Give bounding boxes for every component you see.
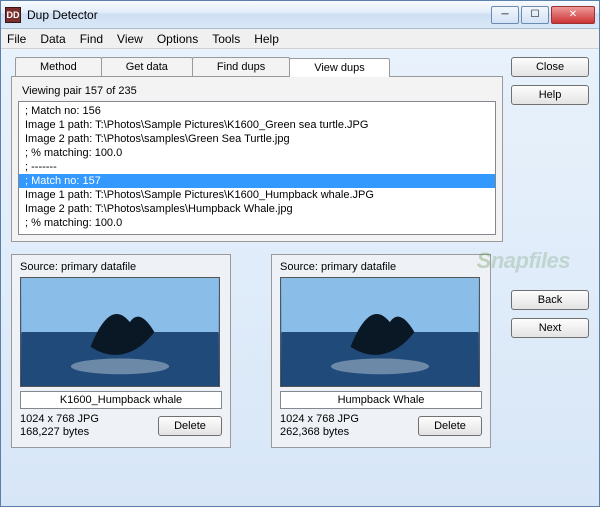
menubar: File Data Find View Options Tools Help bbox=[1, 29, 599, 49]
titlebar: DD Dup Detector ─ ☐ ✕ bbox=[1, 1, 599, 29]
maximize-button[interactable]: ☐ bbox=[521, 6, 549, 24]
delete-left-button[interactable]: Delete bbox=[158, 416, 222, 436]
right-button-column: Close Help Back Next bbox=[511, 57, 589, 496]
help-button[interactable]: Help bbox=[511, 85, 589, 105]
preview-left: Source: primary datafile K1600_Humpback … bbox=[11, 254, 231, 448]
tab-finddups[interactable]: Find dups bbox=[192, 57, 290, 76]
tab-strip: Method Get data Find dups View dups bbox=[15, 57, 503, 76]
image-meta-left: 1024 x 768 JPG 168,227 bytes bbox=[20, 413, 99, 439]
match-list[interactable]: ; Match no: 156 Image 1 path: T:\Photos\… bbox=[18, 101, 496, 235]
list-item[interactable]: ; % matching: 100.0 bbox=[19, 146, 495, 160]
close-button[interactable]: Close bbox=[511, 57, 589, 77]
preview-right: Source: primary datafile Humpback Whale … bbox=[271, 254, 491, 448]
thumbnail-right[interactable] bbox=[280, 277, 480, 387]
menu-data[interactable]: Data bbox=[40, 32, 65, 46]
minimize-button[interactable]: ─ bbox=[491, 6, 519, 24]
tab-method[interactable]: Method bbox=[15, 57, 102, 76]
list-item[interactable]: Image 1 path: T:\Photos\Sample Pictures\… bbox=[19, 118, 495, 132]
list-item[interactable]: Image 2 path: T:\Photos\samples\Humpback… bbox=[19, 202, 495, 216]
menu-tools[interactable]: Tools bbox=[212, 32, 240, 46]
tab-getdata[interactable]: Get data bbox=[101, 57, 193, 76]
source-label-right: Source: primary datafile bbox=[280, 261, 482, 273]
list-item[interactable]: ; ------- bbox=[19, 160, 495, 174]
list-item-selected[interactable]: ; Match no: 157 bbox=[19, 174, 495, 188]
image-meta-right: 1024 x 768 JPG 262,368 bytes bbox=[280, 413, 359, 439]
thumbnail-left[interactable] bbox=[20, 277, 220, 387]
tab-panel: Viewing pair 157 of 235 ; Match no: 156 … bbox=[11, 76, 503, 242]
close-window-button[interactable]: ✕ bbox=[551, 6, 595, 24]
list-item[interactable]: Image 1 path: T:\Photos\Sample Pictures\… bbox=[19, 188, 495, 202]
tab-viewdups[interactable]: View dups bbox=[289, 58, 390, 77]
list-item[interactable]: Image 2 path: T:\Photos\samples\Green Se… bbox=[19, 132, 495, 146]
image-name-right: Humpback Whale bbox=[280, 391, 482, 409]
preview-row: Source: primary datafile K1600_Humpback … bbox=[11, 254, 503, 448]
viewing-pair-label: Viewing pair 157 of 235 bbox=[22, 85, 496, 97]
delete-right-button[interactable]: Delete bbox=[418, 416, 482, 436]
back-button[interactable]: Back bbox=[511, 290, 589, 310]
list-item[interactable]: ; Match no: 156 bbox=[19, 104, 495, 118]
source-label-left: Source: primary datafile bbox=[20, 261, 222, 273]
menu-find[interactable]: Find bbox=[80, 32, 103, 46]
next-button[interactable]: Next bbox=[511, 318, 589, 338]
list-item[interactable]: ; % matching: 100.0 bbox=[19, 216, 495, 230]
app-icon: DD bbox=[5, 7, 21, 23]
menu-options[interactable]: Options bbox=[157, 32, 198, 46]
image-name-left: K1600_Humpback whale bbox=[20, 391, 222, 409]
client-area: Method Get data Find dups View dups View… bbox=[1, 49, 599, 506]
menu-view[interactable]: View bbox=[117, 32, 143, 46]
list-item[interactable]: ; ------- bbox=[19, 230, 495, 235]
app-window: DD Dup Detector ─ ☐ ✕ File Data Find Vie… bbox=[0, 0, 600, 507]
window-title: Dup Detector bbox=[27, 8, 98, 22]
menu-help[interactable]: Help bbox=[254, 32, 279, 46]
menu-file[interactable]: File bbox=[7, 32, 26, 46]
